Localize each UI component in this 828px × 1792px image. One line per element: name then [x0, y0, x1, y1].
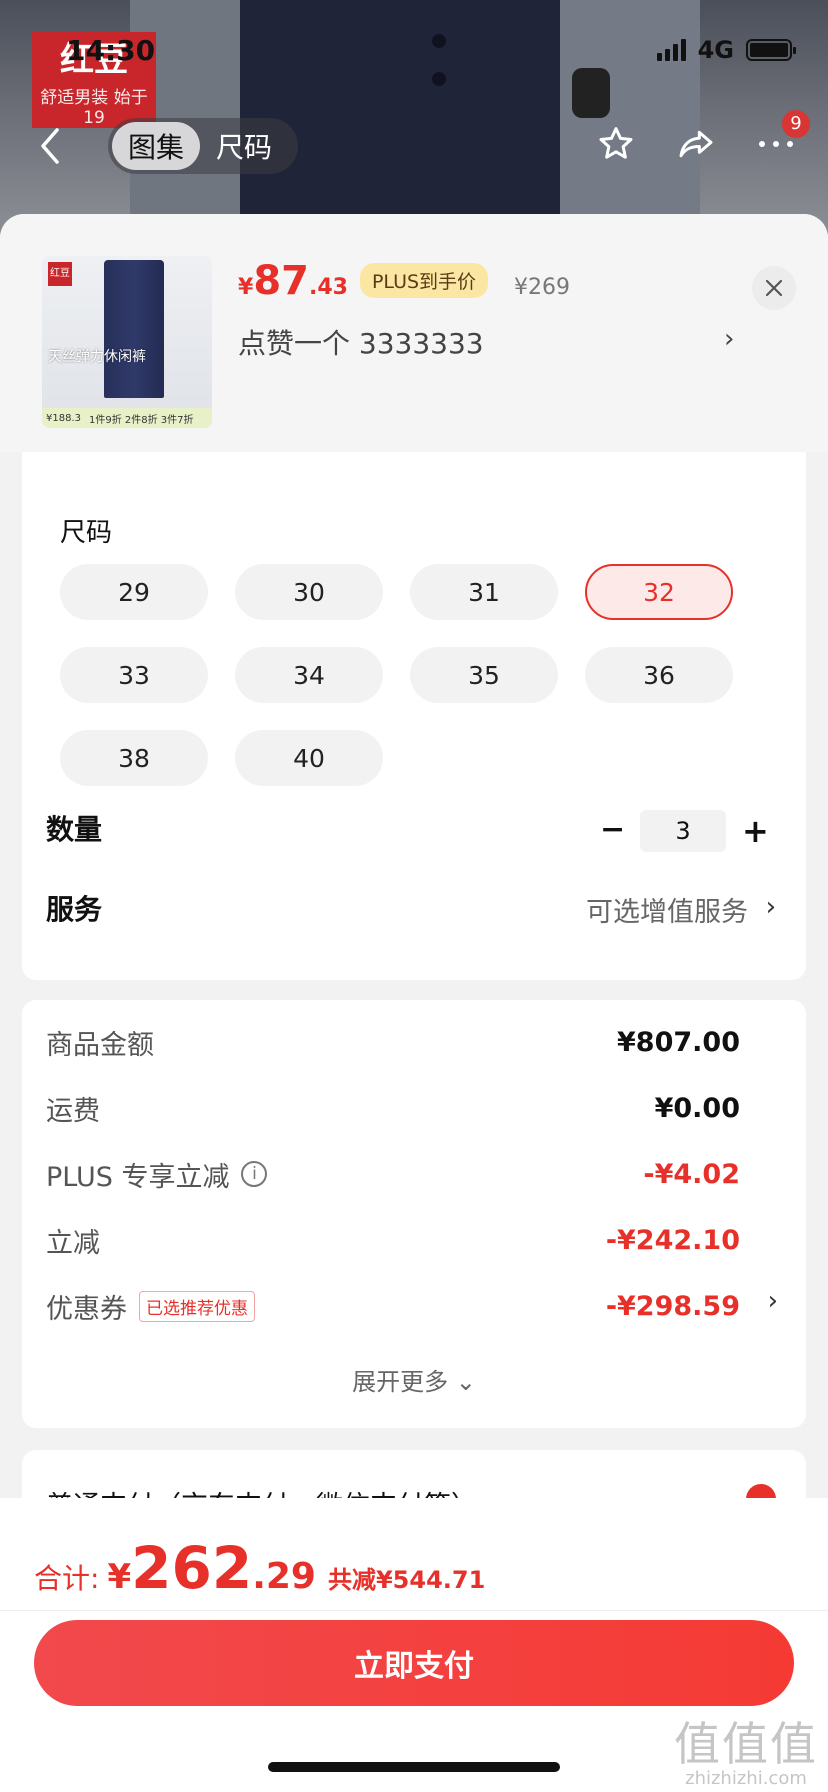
battery-icon	[746, 39, 796, 61]
chevron-right-icon[interactable]: ›	[766, 892, 776, 922]
price-integer: 87	[253, 258, 309, 304]
network-type: 4G	[697, 36, 734, 64]
photo-watch	[572, 68, 610, 118]
price-row-shipping: 运费 ¥0.00	[46, 1088, 740, 1128]
price-row-subtotal: 商品金额 ¥807.00	[46, 1022, 740, 1062]
screen: 红豆 舒适男装 始于19 14:30 4G 图集 尺码 9 红豆 天丝弹力休闲裤…	[0, 0, 828, 1792]
service-label: 服务	[46, 893, 103, 926]
quantity-increase-button[interactable]: +	[742, 812, 769, 850]
share-icon[interactable]	[674, 122, 718, 166]
back-icon[interactable]	[36, 126, 64, 166]
original-price: ¥269	[514, 275, 571, 300]
watermark: 值值值 zhizhizhi.com	[674, 1708, 818, 1789]
price-row-coupon[interactable]: 优惠券 已选推荐优惠 -¥298.59	[46, 1286, 740, 1326]
size-option[interactable]: 36	[585, 647, 733, 703]
notification-badge: 9	[782, 110, 810, 138]
price-row-label: 立减	[46, 1227, 100, 1259]
price-row-value: ¥807.00	[617, 1026, 740, 1058]
price-row-plus-discount: PLUS 专享立减 i -¥4.02	[46, 1154, 740, 1194]
thumbnail-caption: 天丝弹力休闲裤	[48, 349, 146, 365]
chevron-right-icon[interactable]: ›	[768, 1286, 778, 1316]
photo-button	[432, 34, 446, 48]
chevron-down-icon: ⌄	[455, 1368, 476, 1396]
price-row-value: -¥298.59	[605, 1290, 740, 1322]
photo-button	[432, 72, 446, 86]
signal-icon	[656, 39, 686, 61]
price-breakdown-card: 商品金额 ¥807.00 运费 ¥0.00 PLUS 专享立减 i -¥4.02…	[22, 1000, 806, 1428]
photo-pants	[240, 0, 600, 240]
gallery-tabs: 图集 尺码	[108, 118, 298, 174]
thumbnail-logo: 红豆	[48, 262, 72, 286]
thumbnail-pants-image	[104, 260, 164, 398]
sheet-header: 红豆 天丝弹力休闲裤 ¥188.3 1件9折 2件8折 3件7折 ¥ 87 .4…	[0, 214, 828, 452]
product-thumbnail[interactable]: 红豆 天丝弹力休闲裤 ¥188.3 1件9折 2件8折 3件7折	[42, 256, 212, 428]
close-icon	[765, 279, 783, 297]
divider	[0, 1610, 828, 1611]
plus-price-tag: PLUS到手价	[359, 263, 489, 298]
size-option[interactable]: 30	[235, 564, 383, 620]
size-option[interactable]: 40	[235, 730, 383, 786]
price-row-value: -¥242.10	[605, 1224, 740, 1256]
price-row-instant-discount: 立减 -¥242.10	[46, 1220, 740, 1260]
price-row-label-wrap: PLUS 专享立减 i	[46, 1155, 268, 1194]
size-section-title: 尺码	[60, 518, 113, 548]
total-decimal: .29	[252, 1556, 316, 1597]
expand-more-button[interactable]: 展开更多 ⌄	[22, 1362, 806, 1397]
total-saved: 共减¥544.71	[327, 1566, 486, 1594]
service-value[interactable]: 可选增值服务	[586, 890, 748, 929]
product-price: ¥ 87 .43 PLUS到手价 ¥269	[238, 258, 570, 304]
quantity-decrease-button[interactable]: −	[600, 812, 625, 847]
total-currency: ¥	[107, 1557, 132, 1597]
quantity-label: 数量	[46, 813, 103, 846]
watermark-url: zhizhizhi.com	[685, 1768, 807, 1789]
watermark-logo: 值值值	[674, 1717, 818, 1771]
price-row-label: PLUS 专享立减	[46, 1161, 230, 1193]
thumbnail-promo-price: ¥188.3	[46, 412, 81, 424]
tab-gallery[interactable]: 图集	[112, 122, 201, 170]
expand-more-label: 展开更多	[352, 1368, 449, 1396]
price-row-label: 运费	[46, 1095, 100, 1127]
price-row-label: 优惠券	[46, 1293, 127, 1325]
selected-variant[interactable]: 点赞一个 3333333	[238, 322, 484, 362]
nav-actions: 9	[594, 110, 810, 166]
thumbnail-promo-text: 1件9折 2件8折 3件7折	[89, 414, 194, 426]
pay-now-button[interactable]: 立即支付	[34, 1620, 794, 1706]
close-button[interactable]	[752, 266, 796, 310]
info-icon[interactable]: i	[241, 1161, 268, 1187]
size-option[interactable]: 34	[235, 647, 383, 703]
price-row-value: ¥0.00	[654, 1092, 740, 1124]
tab-size[interactable]: 尺码	[200, 122, 288, 170]
price-row-value: -¥4.02	[643, 1158, 740, 1190]
price-row-label: 商品金额	[46, 1029, 154, 1061]
quantity-input[interactable]: 3	[640, 810, 726, 852]
size-option-selected[interactable]: 32	[585, 564, 733, 620]
chevron-right-icon[interactable]: ›	[724, 324, 734, 354]
size-option[interactable]: 38	[60, 730, 208, 786]
sku-card: 尺码 29 30 31 32 33 34 35 36 38 40 数量 − 3 …	[22, 452, 806, 980]
status-indicators: 4G	[656, 36, 796, 64]
total-label: 合计:	[34, 1562, 100, 1595]
checkout-bar: 合计: ¥ 262 .29 共减¥544.71 立即支付 值值值 zhizhiz…	[0, 1498, 828, 1792]
thumbnail-promo-bar: ¥188.3 1件9折 2件8折 3件7折	[42, 408, 212, 428]
total-integer: 262	[131, 1534, 253, 1602]
total-price: 合计: ¥ 262 .29 共减¥544.71	[34, 1534, 485, 1602]
size-option[interactable]: 31	[410, 564, 558, 620]
more-icon[interactable]: 9	[754, 110, 810, 166]
size-option[interactable]: 29	[60, 564, 208, 620]
price-row-label-wrap: 优惠券 已选推荐优惠	[46, 1287, 255, 1326]
status-time: 14:30	[66, 34, 156, 67]
coupon-tag: 已选推荐优惠	[139, 1290, 255, 1322]
size-option[interactable]: 35	[410, 647, 558, 703]
price-decimal: .43	[308, 275, 348, 300]
favorite-star-icon[interactable]	[594, 122, 638, 166]
size-option[interactable]: 33	[60, 647, 208, 703]
home-indicator[interactable]	[268, 1762, 560, 1772]
price-currency: ¥	[238, 275, 254, 300]
